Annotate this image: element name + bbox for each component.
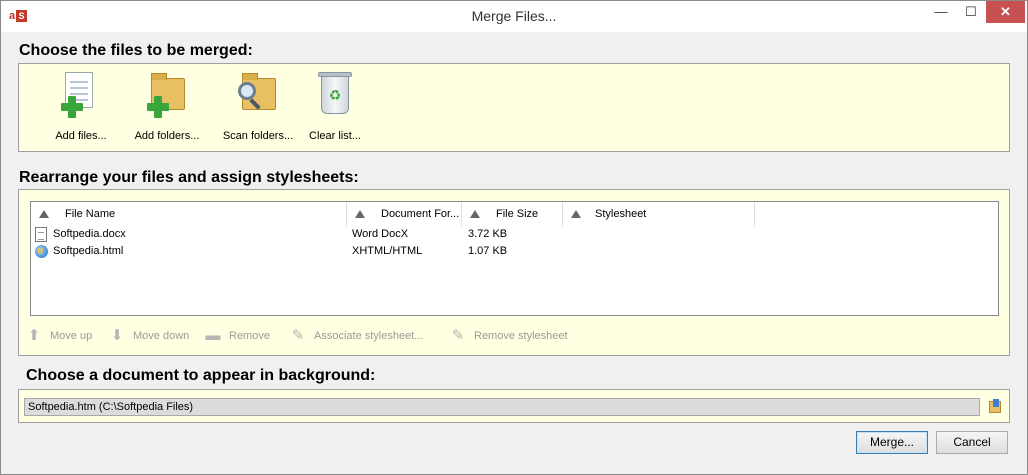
add-files-button[interactable]: Add files... [41, 72, 121, 142]
cell-file-size: 3.72 KB [468, 228, 508, 240]
sort-icon [571, 210, 581, 218]
cell-file-name: Softpedia.docx [53, 228, 126, 240]
column-header-file-name[interactable]: File Name [31, 202, 347, 226]
scan-folders-label: Scan folders... [222, 130, 294, 142]
cell-file-size: 1.07 KB [468, 245, 508, 257]
sort-icon [39, 210, 49, 218]
cell-document-format: Word DocX [352, 228, 409, 240]
background-document-field[interactable]: Softpedia.htm (C:\Softpedia Files) [24, 398, 980, 416]
minimize-button[interactable]: — [926, 1, 956, 23]
remove-stylesheet-icon: ✎ [451, 327, 465, 344]
clear-list-label: Clear list... [309, 130, 361, 142]
merge-files-window: a S Merge Files... — ☐ ✕ Choose the file… [0, 0, 1028, 475]
add-folders-icon [147, 72, 187, 120]
add-files-label: Add files... [55, 130, 107, 142]
title-bar[interactable]: a S Merge Files... — ☐ ✕ [1, 1, 1027, 32]
sort-icon [470, 210, 480, 218]
background-heading: Choose a document to appear in backgroun… [26, 367, 376, 384]
clear-list-button[interactable]: ♻ Clear list... [295, 72, 375, 142]
sort-icon [355, 210, 365, 218]
browse-folder-icon[interactable] [987, 397, 1003, 415]
scan-folders-button[interactable]: Scan folders... [218, 72, 298, 142]
maximize-button[interactable]: ☐ [956, 1, 986, 23]
html-file-icon [35, 242, 48, 259]
arrow-down-icon: ⬇ [110, 327, 124, 344]
close-button[interactable]: ✕ [986, 1, 1025, 23]
choose-files-heading: Choose the files to be merged: [19, 42, 253, 59]
recycle-bin-icon: ♻ [315, 72, 355, 120]
merge-button[interactable]: Merge... [856, 431, 928, 454]
arrow-up-icon: ⬆ [27, 327, 41, 344]
arrange-heading: Rearrange your files and assign styleshe… [19, 169, 359, 186]
files-list[interactable]: File Name Document For... File Size Styl… [30, 201, 999, 316]
associate-stylesheet-icon: ✎ [291, 327, 305, 344]
column-header-stylesheet[interactable]: Stylesheet [563, 202, 755, 226]
add-folders-label: Add folders... [134, 130, 200, 142]
cell-document-format: XHTML/HTML [352, 245, 423, 257]
column-header-file-size[interactable]: File Size [462, 202, 563, 226]
add-folders-button[interactable]: Add folders... [127, 72, 207, 142]
table-row[interactable]: Softpedia.html XHTML/HTML 1.07 KB [31, 242, 998, 260]
minus-icon: ▬ [205, 327, 221, 344]
choose-files-panel: Add files... Add folders... Scan folders… [18, 63, 1010, 152]
column-header-document-format[interactable]: Document For... [347, 202, 462, 226]
add-files-icon [61, 72, 101, 120]
cell-file-name: Softpedia.html [53, 245, 124, 257]
cancel-button[interactable]: Cancel [936, 431, 1008, 454]
table-row[interactable]: Softpedia.docx Word DocX 3.72 KB [31, 226, 998, 243]
scan-folders-icon [238, 72, 278, 120]
window-title: Merge Files... [471, 8, 557, 24]
docx-file-icon [35, 227, 47, 242]
